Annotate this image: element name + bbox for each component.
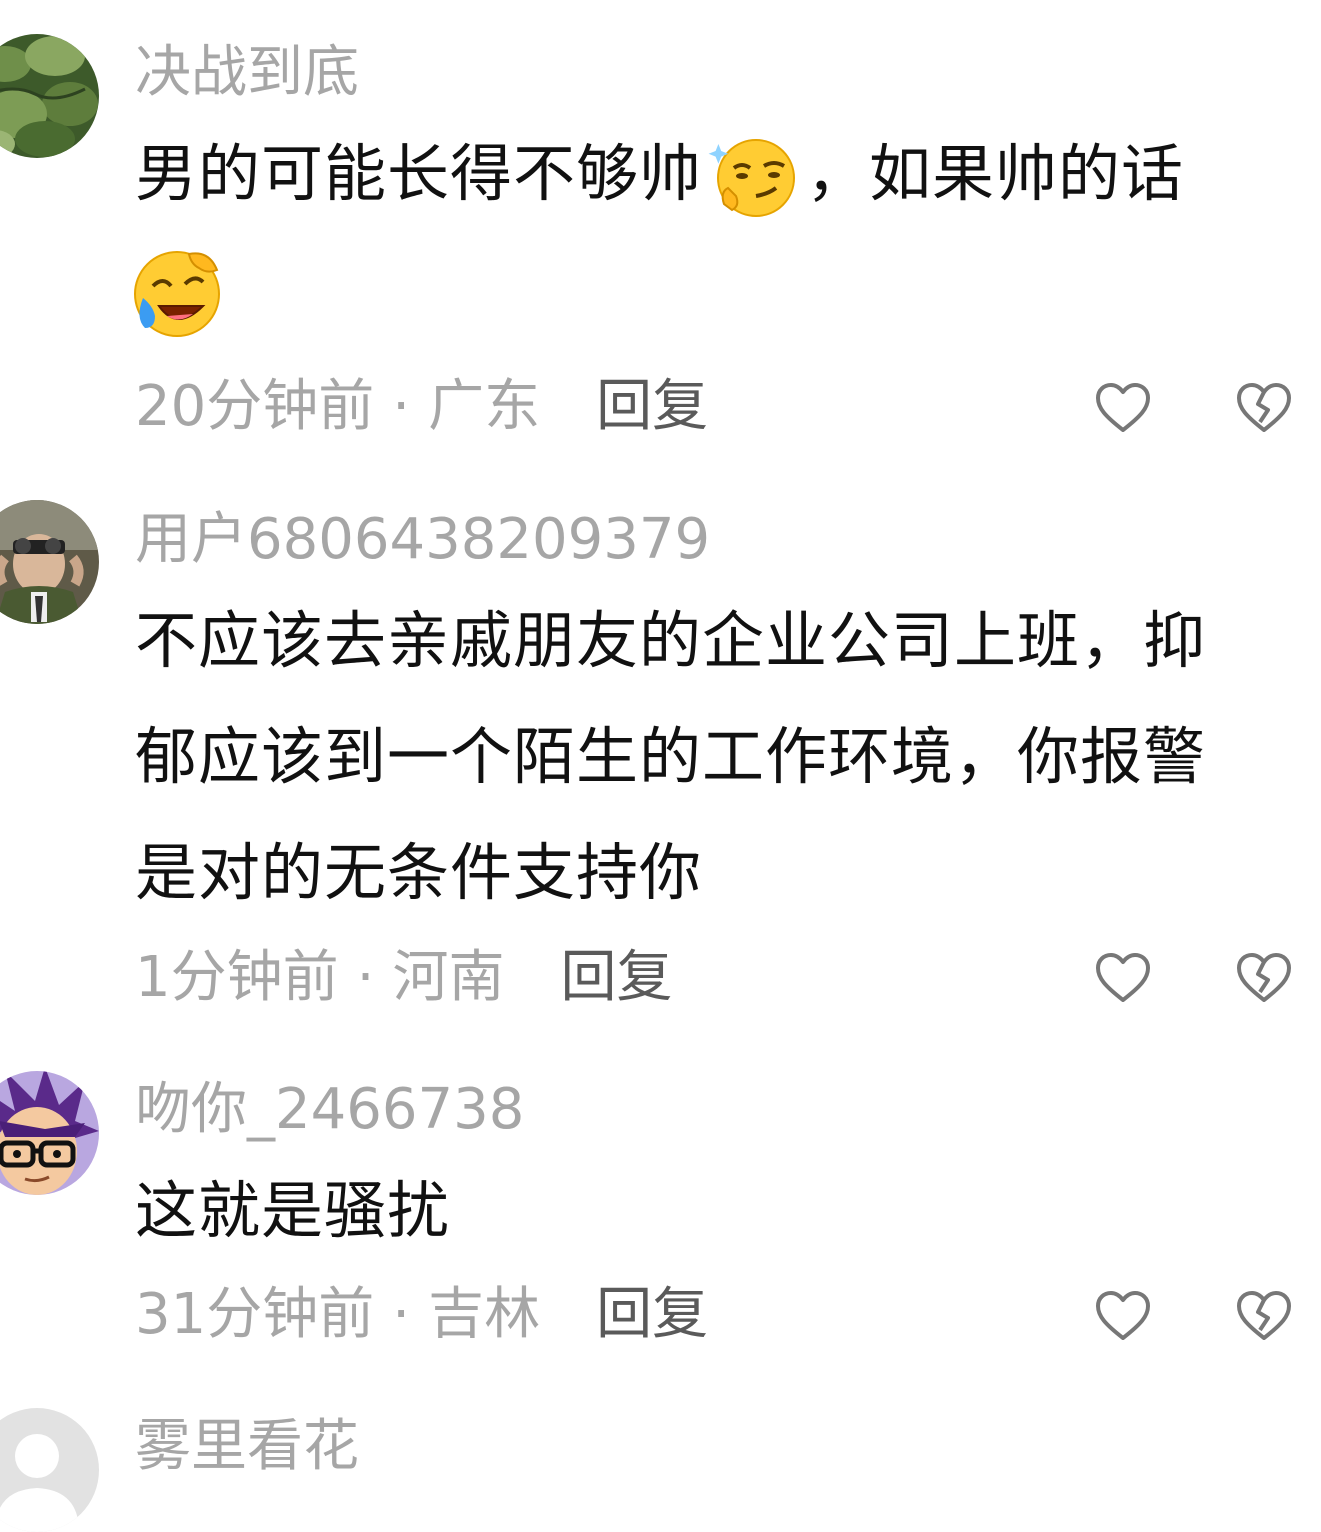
reply-button[interactable]: 回复 bbox=[560, 945, 672, 1010]
username[interactable]: 决战到底 bbox=[135, 38, 359, 108]
comment-meta: 1分钟前 · 河南 回复 bbox=[135, 943, 672, 1013]
rofl-emoji bbox=[129, 246, 225, 342]
comment-meta: 20分钟前 · 广东 回复 bbox=[135, 372, 708, 442]
comment-time: 31分钟前 bbox=[135, 1282, 375, 1347]
avatar[interactable] bbox=[0, 1408, 99, 1532]
meta-separator: · bbox=[356, 945, 375, 1010]
comment-time: 20分钟前 bbox=[135, 374, 375, 439]
broken-heart-outline-icon[interactable] bbox=[1236, 382, 1292, 434]
comment-location: 广东 bbox=[428, 374, 541, 439]
comment-meta: 31分钟前 · 吉林 回复 bbox=[135, 1280, 708, 1350]
username[interactable]: 用户6806438209379 bbox=[135, 505, 710, 575]
comment-text-line: 这就是骚扰 bbox=[135, 1174, 451, 1247]
comment-location: 河南 bbox=[392, 945, 505, 1010]
username[interactable]: 雾里看花 bbox=[135, 1412, 359, 1482]
comment-text-line: 郁应该到一个陌生的工作环境，你报警 bbox=[135, 720, 1207, 793]
heart-outline-icon[interactable] bbox=[1095, 1290, 1151, 1342]
comment-location: 吉林 bbox=[428, 1282, 541, 1347]
comment-time: 1分钟前 bbox=[135, 945, 339, 1010]
heart-outline-icon[interactable] bbox=[1095, 382, 1151, 434]
comment-text: 这就是骚扰 bbox=[135, 1153, 1305, 1269]
meta-separator: · bbox=[392, 374, 411, 439]
broken-heart-outline-icon[interactable] bbox=[1236, 952, 1292, 1004]
meta-separator: · bbox=[392, 1282, 411, 1347]
broken-heart-outline-icon[interactable] bbox=[1236, 1290, 1292, 1342]
comment-text-part: 男的可能长得不够帅 bbox=[135, 137, 703, 210]
avatar[interactable] bbox=[0, 34, 99, 158]
comment-text: 男的可能长得不够帅 ，如果帅的话 bbox=[134, 116, 1305, 348]
avatar[interactable] bbox=[0, 1071, 99, 1195]
thinking-smirk-emoji bbox=[706, 130, 802, 226]
username[interactable]: 吻你_2466738 bbox=[135, 1075, 524, 1145]
comment-text-part: ，如果帅的话 bbox=[806, 137, 1185, 210]
reply-button[interactable]: 回复 bbox=[596, 374, 708, 439]
comment-text-line: 不应该去亲戚朋友的企业公司上班，抑 bbox=[135, 604, 1207, 677]
avatar[interactable] bbox=[0, 500, 99, 624]
reply-button[interactable]: 回复 bbox=[596, 1282, 708, 1347]
heart-outline-icon[interactable] bbox=[1095, 952, 1151, 1004]
comment-text: 不应该去亲戚朋友的企业公司上班，抑 郁应该到一个陌生的工作环境，你报警 是对的无… bbox=[135, 583, 1305, 931]
comment-text-line: 是对的无条件支持你 bbox=[135, 836, 703, 909]
